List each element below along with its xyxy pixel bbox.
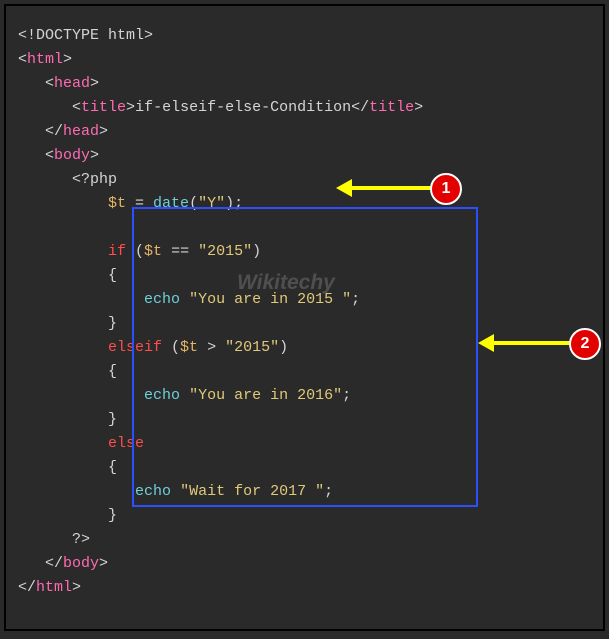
tag-html-open: html — [27, 51, 63, 68]
code-editor-frame: <!DOCTYPE html> <html> <head> <title>if-… — [4, 4, 605, 631]
kw-else: else — [108, 435, 144, 452]
str-2016: "You are in 2016" — [189, 387, 342, 404]
str-2015: "You are in 2015 " — [189, 291, 351, 308]
fn-date: date — [153, 195, 189, 212]
arrow-2 — [492, 341, 570, 345]
code-content: <!DOCTYPE html> <html> <head> <title>if-… — [6, 6, 603, 618]
kw-elseif: elseif — [108, 339, 162, 356]
str-2017: "Wait for 2017 " — [180, 483, 324, 500]
tag-head-close: head — [63, 123, 99, 140]
arrow-1 — [350, 186, 432, 190]
kw-if: if — [108, 243, 126, 260]
str-y: "Y" — [198, 195, 225, 212]
php-open: php — [90, 171, 117, 188]
kw-echo: echo — [144, 291, 180, 308]
tag-title-close: title — [369, 99, 414, 116]
doctype-text: <!DOCTYPE html — [18, 27, 144, 44]
tag-title-open: title — [81, 99, 126, 116]
var-t: $t — [108, 195, 126, 212]
tag-body-close: body — [63, 555, 99, 572]
tag-html-close: html — [36, 579, 72, 596]
title-text: if-elseif-else-Condition — [135, 99, 351, 116]
tag-head-open: head — [54, 75, 90, 92]
annotation-badge-2: 2 — [569, 328, 601, 360]
annotation-badge-1: 1 — [430, 173, 462, 205]
php-close: ?> — [72, 531, 90, 548]
tag-body-open: body — [54, 147, 90, 164]
